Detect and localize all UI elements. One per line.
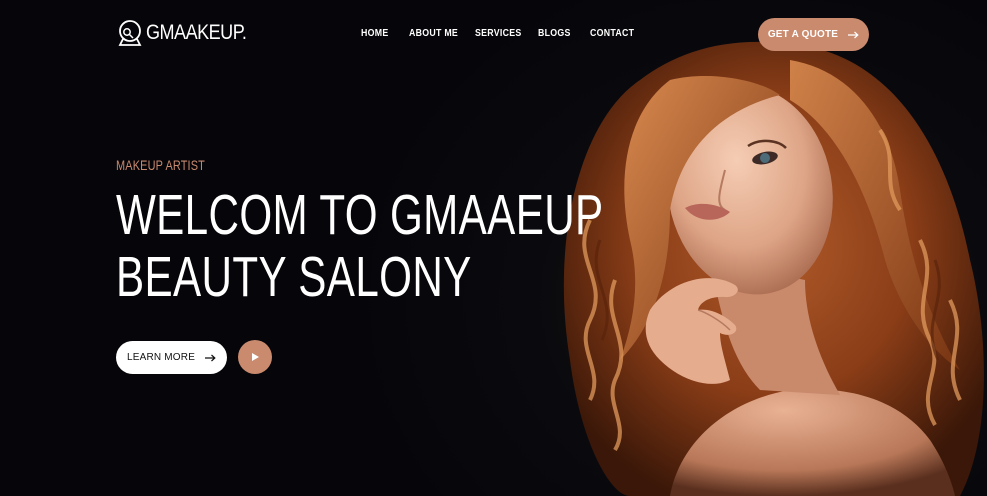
page: GMAAKEUP. HOME ABOUT ME SERVICES BLOGS C… (0, 0, 987, 496)
arrow-right-icon (205, 354, 216, 361)
play-icon (252, 353, 259, 361)
hero-title: WELCOM TO GMAAEUP BEAUTY SALONY (116, 184, 604, 308)
makeup-mirror-icon (118, 20, 142, 46)
main-nav: HOME ABOUT ME SERVICES BLOGS CONTACT (361, 28, 640, 39)
hero-eyebrow: MAKEUP ARTIST (116, 157, 206, 173)
nav-item-contact[interactable]: CONTACT (590, 28, 634, 39)
nav-item-blogs[interactable]: BLOGS (538, 28, 584, 39)
play-video-button[interactable] (238, 340, 272, 374)
nav-item-services[interactable]: SERVICES (475, 28, 530, 39)
brand-logo[interactable]: GMAAKEUP. (116, 19, 263, 47)
brand-name: GMAAKEUP. (146, 21, 247, 44)
hero-title-line-2: BEAUTY SALONY (116, 245, 472, 309)
get-a-quote-button[interactable]: GET A QUOTE (758, 18, 869, 51)
learn-more-label: LEARN MORE (126, 352, 196, 363)
get-a-quote-label: GET A QUOTE (767, 29, 839, 40)
nav-item-home[interactable]: HOME (361, 28, 403, 39)
hero-title-line-1: WELCOM TO GMAAEUP (116, 183, 604, 247)
learn-more-button[interactable]: LEARN MORE (116, 341, 227, 374)
arrow-right-icon (848, 31, 859, 38)
nav-item-about-me[interactable]: ABOUT ME (409, 28, 467, 39)
